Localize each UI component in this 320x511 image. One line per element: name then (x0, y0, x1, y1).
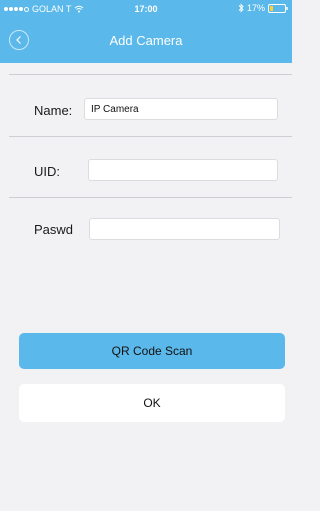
status-bar: GOLAN T 17:00 17% (0, 0, 292, 18)
divider-top (9, 74, 292, 75)
ok-button[interactable]: OK (19, 384, 285, 422)
nav-bar: Add Camera (0, 18, 292, 63)
name-field[interactable] (84, 98, 278, 120)
page-title: Add Camera (109, 33, 183, 48)
password-label: Paswd (34, 222, 74, 237)
uid-label: UID: (34, 164, 60, 179)
divider-uid (9, 197, 292, 198)
uid-row: UID: (0, 157, 292, 183)
password-row: Paswd (0, 216, 292, 242)
uid-field[interactable] (88, 159, 278, 181)
name-row: Name: (0, 96, 292, 122)
name-label: Name: (34, 103, 73, 118)
qr-code-scan-button[interactable]: QR Code Scan (19, 333, 285, 369)
bluetooth-icon (238, 3, 244, 13)
password-field[interactable] (89, 218, 280, 240)
status-right: 17% (238, 3, 288, 13)
divider-name (9, 136, 292, 137)
battery-icon (268, 3, 288, 13)
battery-percent: 17% (246, 3, 265, 13)
